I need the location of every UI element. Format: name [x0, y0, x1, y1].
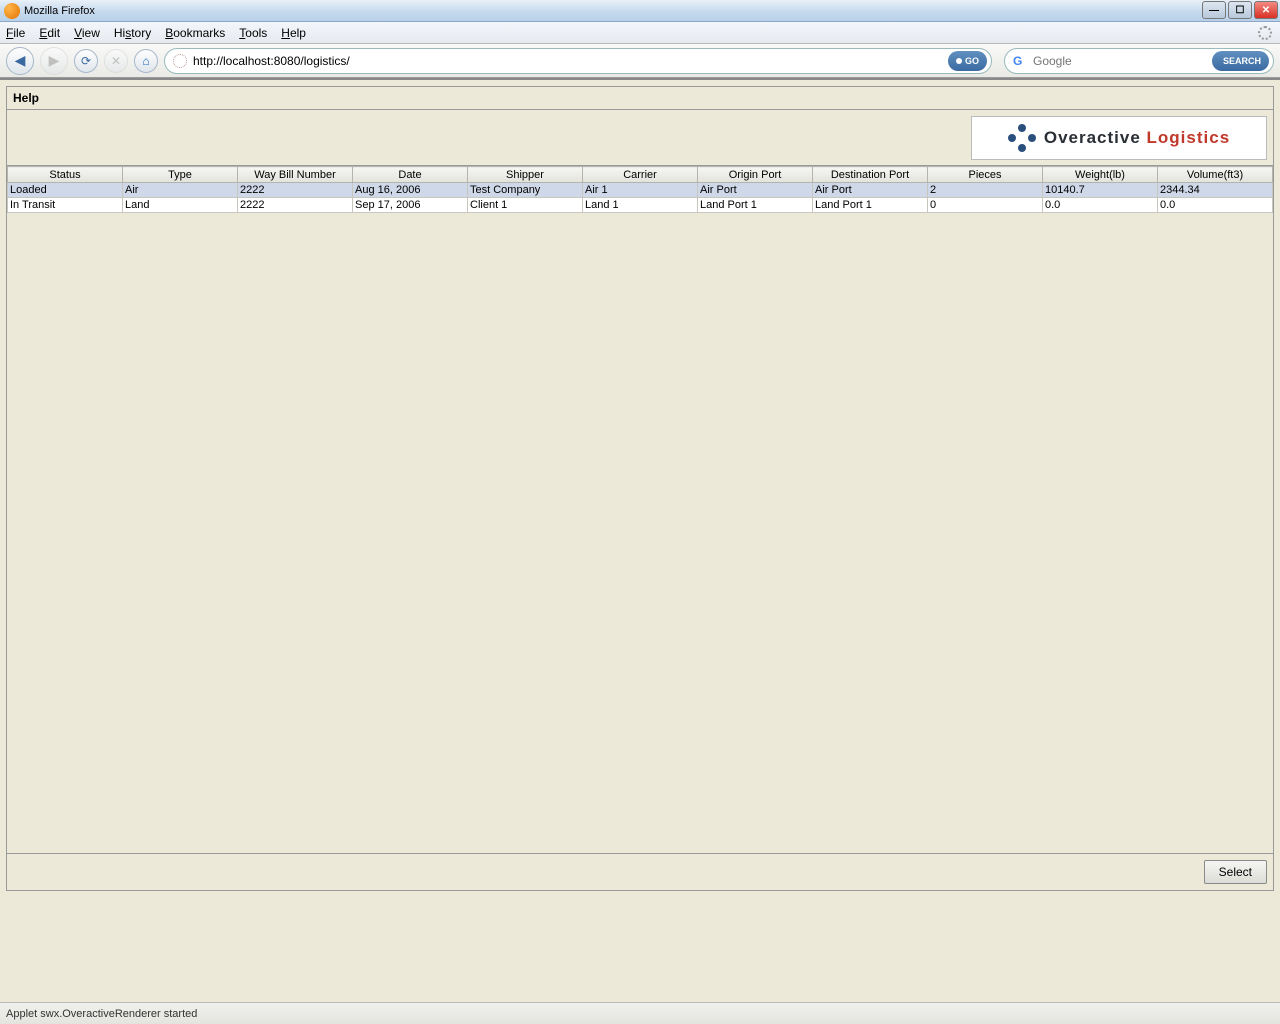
stop-button[interactable]: ✕ — [104, 49, 128, 73]
table-cell: Land 1 — [583, 198, 698, 213]
search-bar[interactable]: G SEARCH — [1004, 48, 1274, 74]
maximize-button[interactable]: ☐ — [1228, 1, 1252, 19]
select-button[interactable]: Select — [1204, 860, 1267, 884]
table-row[interactable]: In TransitLand2222Sep 17, 2006Client 1La… — [8, 198, 1273, 213]
menu-help[interactable]: Help — [281, 26, 306, 40]
col-header[interactable]: Date — [353, 167, 468, 183]
table-cell: Loaded — [8, 183, 123, 198]
forward-button[interactable]: ▶ — [40, 47, 68, 75]
logo-area: Overactive Logistics — [7, 110, 1273, 166]
table-cell: Air 1 — [583, 183, 698, 198]
menubar: File Edit View History Bookmarks Tools H… — [0, 22, 1280, 44]
url-text: http://localhost:8080/logistics/ — [193, 54, 948, 68]
table-cell: 2222 — [238, 183, 353, 198]
col-header[interactable]: Origin Port — [698, 167, 813, 183]
table-cell: Air Port — [698, 183, 813, 198]
logo-text-logistics: Logistics — [1147, 128, 1231, 147]
menu-view[interactable]: View — [74, 26, 100, 40]
table-cell: Land — [123, 198, 238, 213]
table-cell: Test Company — [468, 183, 583, 198]
table-cell: 0 — [928, 198, 1043, 213]
status-bar: Applet swx.OveractiveRenderer started — [0, 1002, 1280, 1024]
table-row[interactable]: LoadedAir2222Aug 16, 2006Test CompanyAir… — [8, 183, 1273, 198]
app-panel: Help Overactive Logistics StatusTypeWay … — [6, 86, 1274, 891]
url-bar[interactable]: http://localhost:8080/logistics/ GO — [164, 48, 992, 74]
table-cell: Air Port — [813, 183, 928, 198]
go-button[interactable]: GO — [948, 51, 987, 71]
table-cell: Sep 17, 2006 — [353, 198, 468, 213]
reload-button[interactable]: ⟳ — [74, 49, 98, 73]
col-header[interactable]: Way Bill Number — [238, 167, 353, 183]
menu-tools[interactable]: Tools — [239, 26, 267, 40]
table-cell: Land Port 1 — [698, 198, 813, 213]
table-cell: In Transit — [8, 198, 123, 213]
company-logo: Overactive Logistics — [971, 116, 1267, 160]
table-cell: Client 1 — [468, 198, 583, 213]
col-header[interactable]: Shipper — [468, 167, 583, 183]
logo-mark-icon — [1008, 124, 1036, 152]
search-input[interactable] — [1033, 54, 1212, 68]
table-cell: Land Port 1 — [813, 198, 928, 213]
back-button[interactable]: ◀ — [6, 47, 34, 75]
col-header[interactable]: Volume(ft3) — [1158, 167, 1273, 183]
firefox-icon — [4, 3, 20, 19]
table-cell: 2344.34 — [1158, 183, 1273, 198]
grid-empty-area — [7, 213, 1273, 853]
search-button[interactable]: SEARCH — [1212, 51, 1269, 71]
table-cell: 2 — [928, 183, 1043, 198]
table-cell: 10140.7 — [1043, 183, 1158, 198]
google-icon: G — [1013, 54, 1027, 68]
col-header[interactable]: Status — [8, 167, 123, 183]
minimize-button[interactable]: — — [1202, 1, 1226, 19]
col-header[interactable]: Pieces — [928, 167, 1043, 183]
col-header[interactable]: Type — [123, 167, 238, 183]
menu-bookmarks[interactable]: Bookmarks — [165, 26, 225, 40]
window-title: Mozilla Firefox — [24, 5, 95, 17]
navigation-toolbar: ◀ ▶ ⟳ ✕ ⌂ http://localhost:8080/logistic… — [0, 44, 1280, 78]
menu-file[interactable]: File — [6, 26, 25, 40]
col-header[interactable]: Destination Port — [813, 167, 928, 183]
status-text: Applet swx.OveractiveRenderer started — [6, 1008, 197, 1020]
table-cell: Aug 16, 2006 — [353, 183, 468, 198]
table-cell: Air — [123, 183, 238, 198]
menu-history[interactable]: History — [114, 26, 151, 40]
close-button[interactable]: ✕ — [1254, 1, 1278, 19]
window-titlebar: Mozilla Firefox — ☐ ✕ — [0, 0, 1280, 22]
table-cell: 0.0 — [1158, 198, 1273, 213]
site-favicon-icon — [173, 54, 187, 68]
col-header[interactable]: Weight(lb) — [1043, 167, 1158, 183]
col-header[interactable]: Carrier — [583, 167, 698, 183]
table-cell: 0.0 — [1043, 198, 1158, 213]
activity-indicator-icon — [1258, 26, 1272, 40]
logo-text-overactive: Overactive — [1044, 128, 1141, 147]
table-cell: 2222 — [238, 198, 353, 213]
data-grid: StatusTypeWay Bill NumberDateShipperCarr… — [7, 166, 1273, 853]
menu-edit[interactable]: Edit — [39, 26, 60, 40]
panel-help-label[interactable]: Help — [7, 87, 1273, 110]
home-button[interactable]: ⌂ — [134, 49, 158, 73]
